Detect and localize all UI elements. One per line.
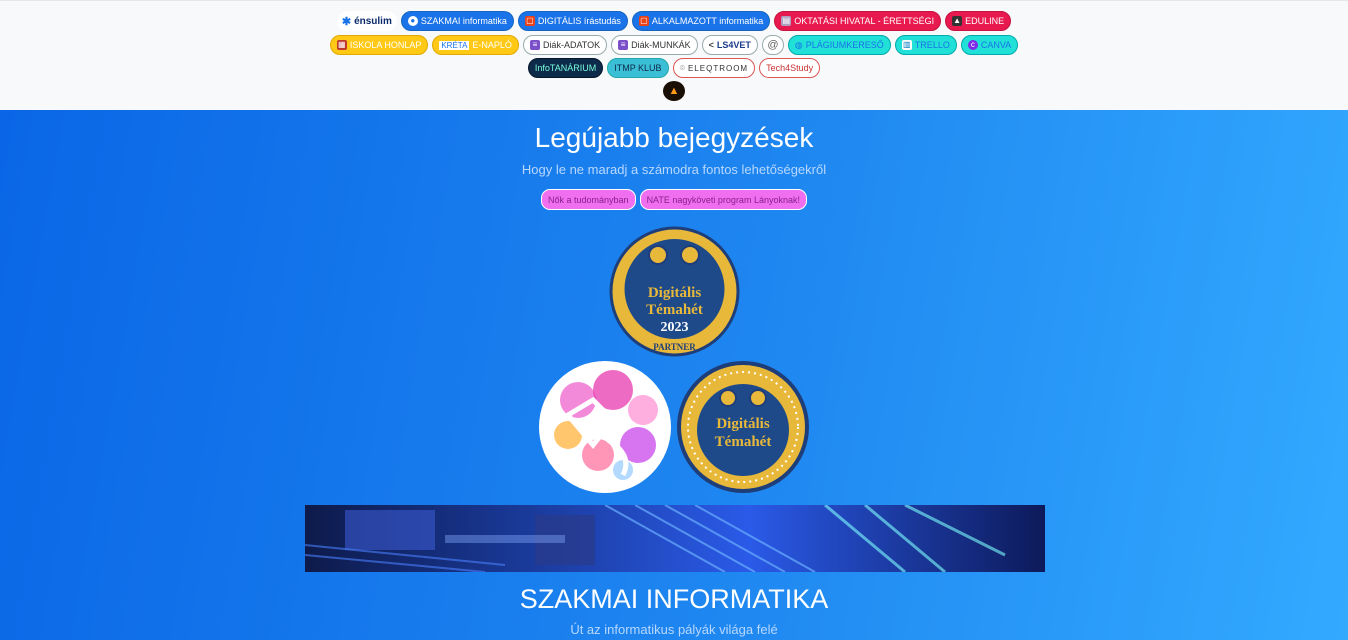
digitalis-irastudas-label: DIGITÁLIS írástudás <box>537 16 621 26</box>
tech4study-label: Tech4Study <box>766 63 814 73</box>
alkalmazott-informatika-link[interactable]: ▢ ALKALMAZOTT informatika <box>631 11 771 31</box>
itmp-klub-link[interactable]: ITMP KLUB <box>607 58 669 78</box>
share-icon: < <box>708 40 714 50</box>
latest-posts-title: Legújabb bejegyzések <box>534 122 814 153</box>
canva-label: CANVA <box>980 40 1012 50</box>
digitalis-irastudas-link[interactable]: ▢ DIGITÁLIS írástudás <box>517 11 628 31</box>
diak-adatok-link[interactable]: ≡ Diák-ADATOK <box>522 35 608 55</box>
circuit-board-banner <box>305 505 1045 572</box>
e-naplo-label: E-NAPLÓ <box>472 40 512 50</box>
szakmai-informatika-label: SZAKMAI informatika <box>420 16 507 26</box>
books-icon: ▤ <box>781 16 792 26</box>
bubbles-logo-badge[interactable] <box>538 360 672 494</box>
canva-link[interactable]: c CANVA <box>960 35 1019 55</box>
iskola-honlap-label: ISKOLA HONLAP <box>349 40 422 50</box>
plagiumkereso-label: PLÁGIUMKERESŐ <box>805 40 884 50</box>
office-icon: ▢ <box>524 16 535 26</box>
eleqtroom-link[interactable]: ⌾ ELEQTROOM <box>672 58 756 78</box>
trello-icon: ▥ <box>901 40 912 50</box>
eleqtroom-label: ELEQTROOM <box>687 63 749 73</box>
location-pin-icon: ⌾ <box>679 62 685 73</box>
e-naplo-link[interactable]: KRÉTA E-NAPLÓ <box>432 35 519 55</box>
document-icon: ≡ <box>618 40 629 50</box>
diak-munkak-label: Diák-MUNKÁK <box>631 40 691 50</box>
plagiumkereso-link[interactable]: ◍ PLÁGIUMKERESŐ <box>787 35 891 55</box>
link-row-1: ✱ énsulim ● SZAKMAI informatika ▢ DIGITÁ… <box>0 11 1348 31</box>
link-row-2: ▦ ISKOLA HONLAP KRÉTA E-NAPLÓ ≡ Diák-ADA… <box>0 35 1348 55</box>
badge-b-line1: Digitális <box>716 416 769 432</box>
iskola-honlap-link[interactable]: ▦ ISKOLA HONLAP <box>329 35 429 55</box>
graduation-icon: ▲ <box>952 16 963 26</box>
ls4vet-link[interactable]: < LS4VET <box>701 35 758 55</box>
szakmai-informatika-title: SZAKMAI INFORMATIKA <box>519 584 829 614</box>
latest-posts-section: Legújabb bejegyzések Hogy le ne maradj a… <box>0 110 1348 640</box>
bulb-icon: ● <box>407 16 418 26</box>
top-link-bar: ✱ énsulim ● SZAKMAI informatika ▢ DIGITÁ… <box>0 0 1348 111</box>
digitalis-temahet-badge[interactable]: Digitális Témahét <box>676 360 810 494</box>
latest-posts-subtitle: Hogy le ne maradj a számodra fontos lehe… <box>521 162 827 177</box>
document-icon: ≡ <box>529 40 540 50</box>
ls4vet-label: LS4VET <box>716 40 751 50</box>
swirl-icon: @ <box>767 39 779 51</box>
tech4study-link[interactable]: Tech4Study <box>759 58 821 78</box>
circuit-lines <box>305 505 1006 572</box>
kreta-logo: KRÉTA <box>439 40 470 50</box>
oktatasi-hivatal-link[interactable]: ▤ OKTATÁSI HIVATAL - ÉRETTSÉGI <box>774 11 942 31</box>
infotanarium-label: InfoTANÁRIUM <box>534 63 597 73</box>
ensulim-logo: ✱ <box>341 15 352 28</box>
canva-icon: c <box>967 40 978 50</box>
fire-logo-link[interactable]: ▲ <box>663 81 685 101</box>
badge-big-line1: Digitális <box>648 285 701 301</box>
eduline-label: EDULINE <box>965 16 1005 26</box>
infotanarium-link[interactable]: InfoTANÁRIUM <box>527 58 604 78</box>
badge-big-line2: Témahét <box>646 302 703 318</box>
globe-icon: ◍ <box>794 39 803 50</box>
office-icon: ▢ <box>638 16 649 26</box>
link-row-3: InfoTANÁRIUM ITMP KLUB ⌾ ELEQTROOM Tech4… <box>0 58 1348 78</box>
school-icon: ▦ <box>336 40 347 50</box>
swirl-link[interactable]: @ <box>761 35 784 55</box>
ensulim-label: énsulim <box>354 15 392 27</box>
badge-b-line2: Témahét <box>715 434 772 450</box>
alkalmazott-informatika-label: ALKALMAZOTT informatika <box>651 16 764 26</box>
eduline-link[interactable]: ▲ EDULINE <box>945 11 1012 31</box>
trello-link[interactable]: ▥ TRELLO <box>894 35 957 55</box>
digitalis-temahet-2023-badge[interactable]: Digitális Témahét 2023 PARTNER <box>608 225 741 358</box>
fire-logo-icon: ▲ <box>668 85 680 97</box>
badge-big-year: 2023 <box>661 320 689 335</box>
szakmai-informatika-link[interactable]: ● SZAKMAI informatika <box>400 11 514 31</box>
link-row-4: ▲ <box>0 81 1348 101</box>
trello-label: TRELLO <box>914 40 950 50</box>
itmp-klub-label: ITMP KLUB <box>614 63 662 73</box>
ensulim-link[interactable]: ✱ énsulim <box>336 11 397 31</box>
badge-big-ribbon: PARTNER <box>653 342 696 352</box>
oktatasi-hivatal-label: OKTATÁSI HIVATAL - ÉRETTSÉGI <box>794 16 935 26</box>
post-tags: Nők a tudományban NATE nagyköveti progra… <box>0 189 1348 210</box>
tag-nate-program[interactable]: NATE nagyköveti program Lányoknak! <box>639 189 807 210</box>
diak-munkak-link[interactable]: ≡ Diák-MUNKÁK <box>611 35 698 55</box>
tag-nok-a-tudomanyban[interactable]: Nők a tudományban <box>541 189 636 210</box>
diak-adatok-label: Diák-ADATOK <box>542 40 601 50</box>
szakmai-informatika-subtitle: Út az informatikus pályák világa felé <box>570 622 778 637</box>
